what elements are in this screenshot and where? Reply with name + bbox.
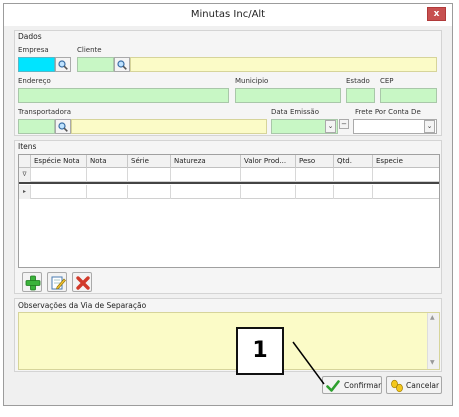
empresa-lookup-button[interactable] [55, 57, 71, 72]
date-clear-button[interactable]: − [339, 119, 349, 129]
endereco-label: Endereço [18, 77, 51, 85]
col-qtd[interactable]: Qtd. [334, 155, 373, 168]
table-cell[interactable] [241, 185, 296, 199]
municipio-label: Municipio [235, 77, 269, 85]
grid-indicator-header [19, 155, 31, 168]
table-cell[interactable] [171, 185, 241, 199]
col-natureza[interactable]: Natureza [171, 155, 241, 168]
dados-group-label: Dados [18, 32, 42, 41]
observacoes-textarea[interactable]: ▲ ▼ [18, 312, 440, 370]
col-peso[interactable]: Peso [296, 155, 334, 168]
col-serie[interactable]: Série [128, 155, 171, 168]
window-title: Minutas Inc/Alt [190, 9, 266, 20]
transportadora-label: Transportadora [18, 108, 72, 116]
transportadora-code-field[interactable] [18, 119, 55, 134]
confirmar-button[interactable]: Confirmar [322, 376, 382, 394]
col-especie-nota[interactable]: Espécie Nota [31, 155, 87, 168]
edit-item-button[interactable] [47, 272, 67, 292]
filter-cell[interactable] [87, 168, 128, 182]
dialog-window: Minutas Inc/Alt x Dados Empresa Cliente … [3, 3, 453, 406]
add-icon [25, 275, 41, 291]
cancelar-button[interactable]: Cancelar [386, 376, 442, 394]
estado-field[interactable] [346, 88, 375, 103]
frete-label: Frete Por Conta De [355, 108, 421, 116]
filter-icon: ∇ [19, 168, 31, 182]
chevron-down-icon[interactable]: ⌄ [424, 120, 435, 133]
estado-label: Estado [346, 77, 370, 85]
table-cell[interactable] [128, 185, 171, 199]
dados-group: Dados Empresa Cliente Endereço Municipio… [14, 30, 442, 136]
filter-cell[interactable] [31, 168, 87, 182]
filter-cell[interactable] [241, 168, 296, 182]
col-nota[interactable]: Nota [87, 155, 128, 168]
observacoes-scrollbar[interactable]: ▲ ▼ [427, 313, 439, 369]
scroll-down-icon[interactable]: ▼ [430, 359, 435, 366]
endereco-field[interactable] [18, 88, 229, 103]
data-emissao-label: Data Emissão [271, 108, 319, 116]
cliente-lookup-button[interactable] [114, 57, 130, 72]
filter-cell[interactable] [334, 168, 373, 182]
close-button[interactable]: x [427, 7, 446, 21]
confirmar-label: Confirmar [344, 381, 382, 390]
callout-number-box: 1 [236, 327, 284, 375]
observacoes-group: Observações da Via de Separação ▲ ▼ [14, 298, 442, 372]
filter-cell[interactable] [296, 168, 334, 182]
cliente-name-field[interactable] [130, 57, 437, 72]
transportadora-lookup-button[interactable] [55, 119, 71, 134]
itens-grid[interactable]: Espécie Nota Nota Série Natureza Valor P… [18, 154, 440, 268]
add-item-button[interactable] [22, 272, 42, 292]
itens-group-label: Itens [18, 142, 37, 151]
table-cell[interactable] [87, 185, 128, 199]
filter-row[interactable]: ∇ [19, 168, 439, 182]
table-cell[interactable] [31, 185, 87, 199]
col-especie[interactable]: Especie [373, 155, 439, 168]
cliente-code-field[interactable] [77, 57, 114, 72]
cliente-label: Cliente [77, 46, 102, 54]
magnifier-icon [58, 60, 68, 70]
row-indicator-icon: ▸ [19, 185, 31, 199]
scroll-up-icon[interactable]: ▲ [430, 314, 435, 321]
delete-item-button[interactable] [72, 272, 92, 292]
cep-label: CEP [380, 77, 394, 85]
filter-cell[interactable] [128, 168, 171, 182]
table-cell[interactable] [296, 185, 334, 199]
municipio-field[interactable] [235, 88, 341, 103]
data-emissao-field[interactable]: ⌄ [271, 119, 338, 134]
empresa-label: Empresa [18, 46, 49, 54]
cancel-icon [391, 379, 403, 393]
table-cell[interactable] [334, 185, 373, 199]
frete-select[interactable]: ⌄ [353, 119, 437, 134]
cep-field[interactable] [380, 88, 437, 103]
edit-icon [51, 276, 66, 290]
filter-separator [19, 182, 439, 184]
itens-group: Itens Espécie Nota Nota Série Natureza V… [14, 140, 442, 294]
empresa-field[interactable] [18, 57, 55, 72]
filter-cell[interactable] [373, 168, 439, 182]
table-cell[interactable] [373, 185, 439, 199]
col-valor-prod[interactable]: Valor Prod... [241, 155, 296, 168]
callout-arrow [292, 341, 325, 385]
magnifier-icon [117, 60, 127, 70]
magnifier-icon [58, 122, 68, 132]
observacoes-group-label: Observações da Via de Separação [18, 301, 147, 310]
date-dropdown-button[interactable]: ⌄ [325, 120, 336, 133]
transportadora-name-field[interactable] [71, 119, 267, 134]
title-bar: Minutas Inc/Alt x [4, 4, 452, 26]
table-row[interactable]: ▸ [19, 185, 439, 199]
filter-cell[interactable] [171, 168, 241, 182]
cancelar-label: Cancelar [406, 381, 440, 390]
delete-icon [76, 276, 90, 290]
grid-header: Espécie Nota Nota Série Natureza Valor P… [19, 155, 439, 168]
